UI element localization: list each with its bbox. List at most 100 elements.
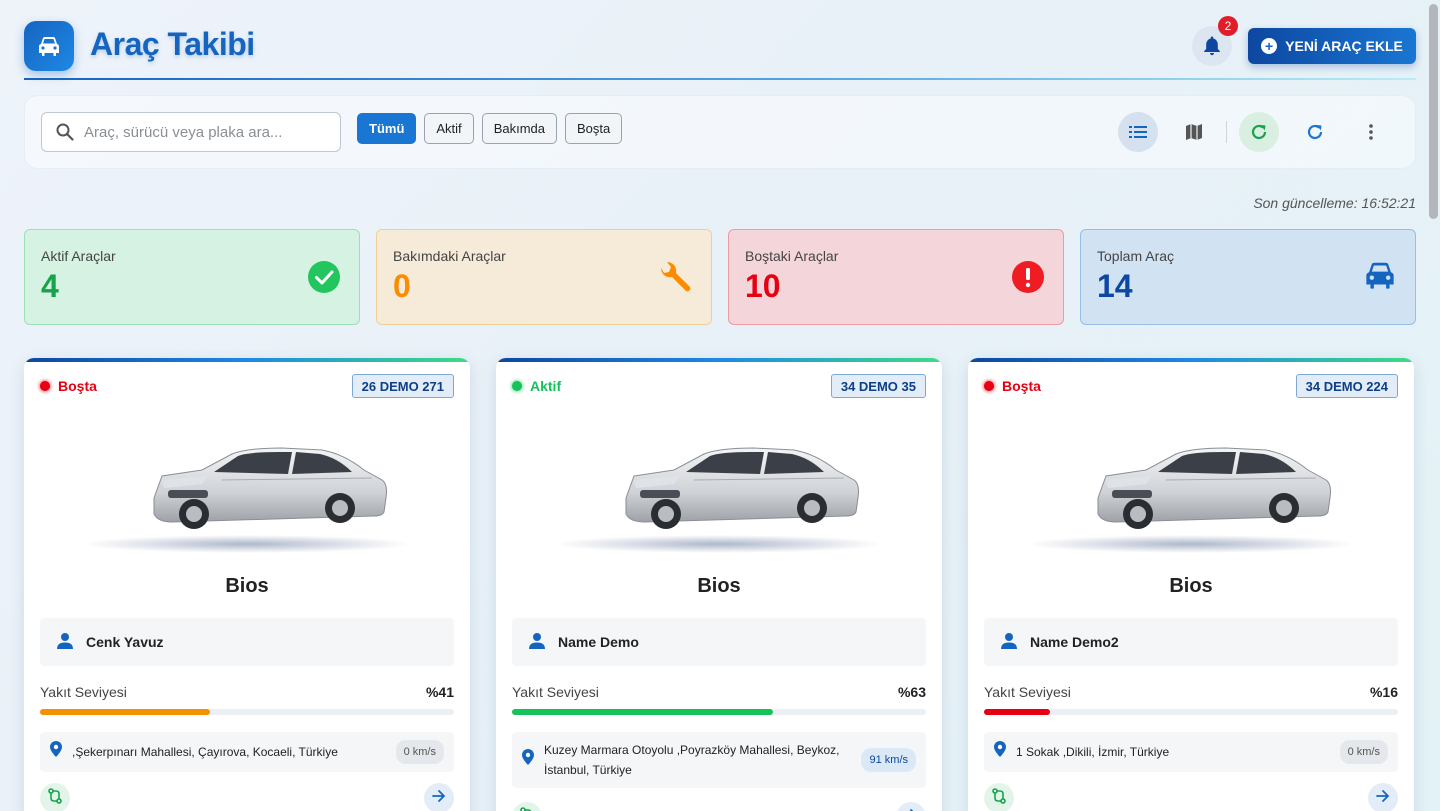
card-accent-bar bbox=[496, 358, 942, 362]
last-update-text: Son güncelleme: 16:52:21 bbox=[1253, 195, 1416, 211]
location-info: 1 Sokak ,Dikili, İzmir, Türkiye 0 km/s bbox=[984, 732, 1398, 772]
sync-icon bbox=[1307, 124, 1323, 140]
route-button[interactable] bbox=[984, 783, 1014, 811]
stat-value: 14 bbox=[1097, 268, 1133, 304]
fuel-bar bbox=[40, 709, 454, 715]
car-icon bbox=[1363, 260, 1397, 295]
driver-info: Cenk Yavuz bbox=[40, 618, 454, 666]
location-pin-icon bbox=[50, 741, 62, 763]
vehicle-address: 1 Sokak ,Dikili, İzmir, Türkiye bbox=[1016, 745, 1170, 759]
location-pin-icon bbox=[994, 741, 1006, 763]
driver-name: Cenk Yavuz bbox=[86, 634, 164, 650]
filter-all[interactable]: Tümü bbox=[357, 113, 417, 144]
fuel-bar-fill bbox=[40, 709, 210, 715]
vehicle-image bbox=[554, 420, 884, 560]
plate-badge: 34 DEMO 35 bbox=[830, 374, 926, 398]
fuel-value: %16 bbox=[1369, 684, 1398, 700]
page-scrollbar[interactable] bbox=[1429, 4, 1438, 219]
route-button[interactable] bbox=[512, 802, 542, 811]
route-icon bbox=[519, 806, 535, 811]
check-circle-icon bbox=[307, 260, 341, 299]
status-dot bbox=[512, 381, 522, 391]
vehicle-card[interactable]: Boşta 34 DEMO 224 Bios Name Demo2 Yakıt … bbox=[968, 358, 1414, 811]
driver-info: Name Demo2 bbox=[984, 618, 1398, 666]
map-view-icon bbox=[1186, 124, 1202, 140]
fuel-value: %41 bbox=[425, 684, 454, 700]
arrow-right-icon bbox=[1376, 789, 1390, 808]
search-box[interactable] bbox=[41, 112, 341, 152]
driver-name: Name Demo bbox=[558, 634, 639, 650]
more-options-button[interactable] bbox=[1351, 112, 1391, 152]
wrench-icon bbox=[655, 260, 693, 303]
auto-refresh-button[interactable] bbox=[1239, 112, 1279, 152]
arrow-right-icon bbox=[904, 808, 918, 811]
stat-value: 10 bbox=[745, 268, 781, 304]
route-button[interactable] bbox=[40, 783, 70, 811]
plate-badge: 26 DEMO 271 bbox=[351, 374, 454, 398]
details-button[interactable] bbox=[424, 783, 454, 811]
vehicle-status-label: Boşta bbox=[1002, 378, 1041, 394]
vehicle-status-label: Aktif bbox=[530, 378, 562, 394]
list-view-button[interactable] bbox=[1118, 112, 1158, 152]
fuel-bar bbox=[984, 709, 1398, 715]
more-vert-icon bbox=[1369, 124, 1373, 140]
vehicle-card[interactable]: Boşta 26 DEMO 271 Bios Cenk Yavuz Yakıt … bbox=[24, 358, 470, 811]
route-icon bbox=[991, 787, 1007, 809]
fuel-label: Yakıt Seviyesi bbox=[40, 684, 127, 700]
vehicle-image bbox=[82, 420, 412, 560]
card-accent-bar bbox=[24, 358, 470, 362]
add-circle-icon: + bbox=[1261, 38, 1278, 54]
sync-button[interactable] bbox=[1295, 112, 1335, 152]
location-info: Kuzey Marmara Otoyolu ,Poyrazköy Mahalle… bbox=[512, 732, 926, 788]
fuel-label: Yakıt Seviyesi bbox=[512, 684, 599, 700]
stat-value: 0 bbox=[393, 268, 411, 304]
stat-label: Boştaki Araçlar bbox=[745, 248, 839, 264]
details-button[interactable] bbox=[896, 802, 926, 811]
vehicle-name: Bios bbox=[697, 575, 741, 597]
driver-info: Name Demo bbox=[512, 618, 926, 666]
alert-circle-icon bbox=[1011, 260, 1045, 299]
stat-value: 4 bbox=[41, 268, 59, 304]
search-input[interactable] bbox=[84, 123, 340, 141]
route-icon bbox=[47, 787, 63, 809]
stat-label: Bakımdaki Araçlar bbox=[393, 248, 506, 264]
person-icon bbox=[1000, 632, 1018, 653]
driver-name: Name Demo2 bbox=[1030, 634, 1119, 650]
vehicle-image bbox=[1026, 420, 1356, 560]
notification-badge: 2 bbox=[1218, 16, 1238, 36]
view-controls bbox=[1118, 112, 1391, 152]
vehicle-status: Boşta bbox=[40, 378, 97, 394]
vehicle-address: ,Şekerpınarı Mahallesi, Çayırova, Kocael… bbox=[72, 745, 338, 759]
filter-idle[interactable]: Boşta bbox=[565, 113, 623, 144]
stat-card-maintenance: Bakımdaki Araçlar 0 bbox=[376, 229, 712, 325]
map-view-button[interactable] bbox=[1174, 112, 1214, 152]
vehicle-name: Bios bbox=[225, 575, 269, 597]
status-dot bbox=[984, 381, 994, 391]
car-logo-icon bbox=[24, 21, 74, 71]
add-vehicle-label: YENİ ARAÇ EKLE bbox=[1285, 38, 1403, 54]
notifications-button[interactable]: 2 bbox=[1192, 16, 1238, 66]
vehicle-name: Bios bbox=[1169, 575, 1213, 597]
speed-badge: 91 km/s bbox=[861, 748, 916, 772]
toolbar-divider bbox=[1226, 121, 1227, 143]
vehicle-status: Boşta bbox=[984, 378, 1041, 394]
fuel-bar bbox=[512, 709, 926, 715]
app-header: Araç Takibi 2 + YENİ ARAÇ EKLE bbox=[24, 16, 1416, 80]
vehicle-status-label: Boşta bbox=[58, 378, 97, 394]
details-button[interactable] bbox=[1368, 783, 1398, 811]
page-title: Araç Takibi bbox=[90, 26, 255, 62]
add-vehicle-button[interactable]: + YENİ ARAÇ EKLE bbox=[1248, 28, 1416, 64]
stat-card-active: Aktif Araçlar 4 bbox=[24, 229, 360, 325]
vehicle-card[interactable]: Aktif 34 DEMO 35 Bios Name Demo Yakıt Se… bbox=[496, 358, 942, 811]
stat-card-idle: Boştaki Araçlar 10 bbox=[728, 229, 1064, 325]
filter-toolbar: Tümü Aktif Bakımda Boşta bbox=[24, 95, 1416, 169]
fuel-value: %63 bbox=[897, 684, 926, 700]
status-filter-group: Tümü Aktif Bakımda Boşta bbox=[357, 113, 623, 144]
fuel-bar-fill bbox=[512, 709, 773, 715]
list-view-icon bbox=[1129, 126, 1147, 138]
speed-badge: 0 km/s bbox=[1339, 740, 1388, 764]
search-icon bbox=[56, 123, 74, 141]
refresh-icon bbox=[1251, 124, 1267, 140]
filter-maintenance[interactable]: Bakımda bbox=[481, 113, 557, 144]
filter-active[interactable]: Aktif bbox=[424, 113, 474, 144]
